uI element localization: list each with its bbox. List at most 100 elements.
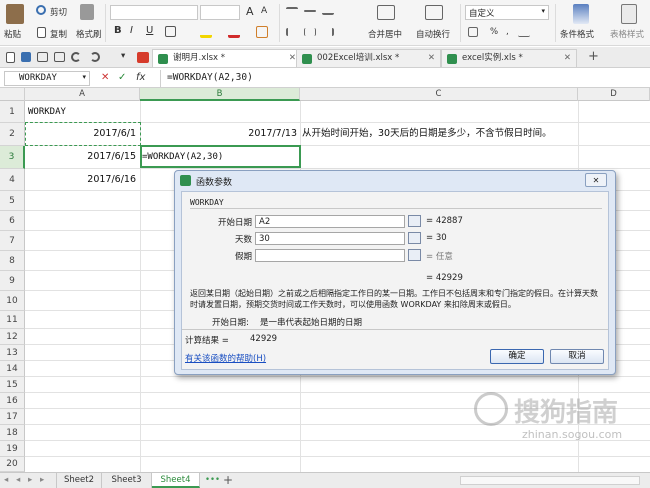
font-shrink-button[interactable]: A	[261, 6, 267, 16]
align-bottom-icon[interactable]	[322, 7, 334, 15]
collapse-dialog-icon[interactable]	[408, 215, 421, 227]
conditional-format-icon[interactable]	[573, 4, 589, 24]
dialog-title: 函数参数	[196, 178, 233, 188]
holidays-input[interactable]	[255, 249, 405, 262]
first-sheet-icon[interactable]: ◂	[4, 475, 8, 485]
print-preview-icon[interactable]	[54, 52, 65, 62]
table-style-button[interactable]: 表格样式	[610, 28, 644, 40]
sheet-tab-sheet4[interactable]: Sheet4	[152, 473, 200, 488]
close-icon[interactable]: ✕	[289, 50, 296, 67]
new-tab-button[interactable]: +	[588, 49, 599, 64]
comma-button[interactable]: ,	[506, 27, 509, 37]
corner-select-all[interactable]	[0, 88, 25, 101]
font-size-select[interactable]	[200, 5, 240, 20]
font-grow-button[interactable]: A	[246, 5, 254, 18]
name-box[interactable]: WORKDAY ▾	[4, 71, 90, 86]
print-icon[interactable]	[37, 52, 48, 62]
clear-icon[interactable]	[256, 26, 268, 38]
new-file-icon[interactable]	[6, 52, 15, 63]
save-icon[interactable]	[21, 52, 31, 62]
cancel-button[interactable]: 取消	[550, 349, 604, 364]
format-painter-button[interactable]: 格式刷	[76, 28, 102, 40]
wrap-text-icon[interactable]	[425, 5, 443, 20]
cell-a3[interactable]: 2017/6/15	[28, 147, 136, 167]
redo-icon[interactable]	[90, 52, 100, 62]
close-icon[interactable]: ✕	[585, 173, 607, 187]
merge-center-icon[interactable]	[377, 5, 395, 20]
cut-button[interactable]: 剪切	[50, 6, 67, 18]
ribbon-toolbar: 粘贴 剪切 格式刷 复制 A A B I U 合并居中 自动换行 自定义 ▾ %…	[0, 0, 650, 46]
format-painter-icon[interactable]	[80, 4, 94, 20]
sheet-more-button[interactable]: •••	[205, 475, 220, 485]
percent-button[interactable]: %	[490, 27, 498, 37]
formula-input[interactable]: =WORKDAY(A2,30)	[160, 70, 648, 87]
insert-function-button[interactable]: fx	[136, 72, 145, 83]
italic-button[interactable]: I	[130, 25, 133, 36]
align-center-icon[interactable]	[304, 28, 316, 36]
prev-sheet-icon[interactable]: ◂	[16, 475, 20, 485]
sheet-tab-sheet2[interactable]: Sheet2	[56, 473, 102, 488]
copy-button[interactable]: 复制	[50, 28, 67, 40]
start-date-input[interactable]: A2	[255, 215, 405, 228]
close-icon[interactable]: ✕	[564, 50, 571, 67]
cell-b3[interactable]: =WORKDAY(A2,30)	[142, 147, 223, 167]
align-top-icon[interactable]	[286, 7, 298, 15]
undo-icon[interactable]	[71, 52, 81, 62]
next-sheet-icon[interactable]: ▸	[28, 475, 32, 485]
cell-b2[interactable]: 2017/7/13	[142, 124, 297, 144]
horizontal-scrollbar[interactable]	[460, 476, 640, 485]
fill-color-icon[interactable]	[200, 26, 212, 38]
collapse-dialog-icon[interactable]	[408, 232, 421, 244]
spreadsheet-icon	[447, 54, 457, 64]
ok-button[interactable]: 确定	[490, 349, 544, 364]
align-left-icon[interactable]	[286, 28, 298, 36]
decimal-icon[interactable]	[518, 27, 530, 37]
paste-button[interactable]: 粘贴	[4, 28, 21, 40]
currency-icon[interactable]	[468, 27, 478, 37]
collapse-dialog-icon[interactable]	[408, 249, 421, 261]
border-icon[interactable]	[165, 26, 176, 37]
spreadsheet-icon	[158, 54, 168, 64]
watermark-text: 搜狗指南	[514, 398, 619, 428]
underline-button[interactable]: U	[146, 25, 153, 36]
last-sheet-icon[interactable]: ▸	[40, 475, 44, 485]
confirm-formula-button[interactable]: ✓	[118, 72, 126, 83]
scissors-icon[interactable]	[36, 5, 46, 15]
holidays-result: = 任意	[426, 252, 453, 262]
doc-tab-1[interactable]: 002Excel培训.xlsx * ✕	[296, 49, 441, 67]
number-format-select[interactable]: 自定义 ▾	[465, 5, 549, 20]
close-icon[interactable]: ✕	[428, 50, 435, 67]
wrap-text-button[interactable]: 自动换行	[416, 28, 450, 40]
align-right-icon[interactable]	[322, 28, 334, 36]
param-help-label: 开始日期:	[212, 318, 249, 328]
cell-a4[interactable]: 2017/6/16	[28, 170, 136, 190]
font-color-icon[interactable]	[228, 26, 240, 38]
cell-a1[interactable]: WORKDAY	[28, 102, 66, 122]
merge-center-button[interactable]: 合并居中	[368, 28, 402, 40]
doc-tab-0[interactable]: 谢明月.xlsx * ✕	[152, 49, 302, 67]
font-family-select[interactable]	[110, 5, 198, 20]
align-middle-icon[interactable]	[304, 10, 316, 12]
cell-a2[interactable]: 2017/6/1	[28, 124, 136, 144]
days-input[interactable]: 30	[255, 232, 405, 245]
dialog-title-bar[interactable]: 函数参数 ✕	[175, 171, 615, 190]
column-header-b[interactable]: B	[140, 88, 300, 101]
formula-bar: WORKDAY ▾ ✕ ✓ fx =WORKDAY(A2,30)	[0, 69, 650, 88]
quick-access-more-icon[interactable]: ▾	[121, 51, 125, 61]
sheet-tab-sheet3[interactable]: Sheet3	[102, 473, 152, 488]
copy-icon[interactable]	[37, 27, 46, 38]
add-sheet-button[interactable]: +	[223, 473, 233, 487]
bold-button[interactable]: B	[114, 25, 122, 36]
column-header-a[interactable]: A	[25, 88, 140, 101]
cancel-formula-button[interactable]: ✕	[101, 72, 109, 83]
formula-result-inline: = 42929	[426, 273, 463, 283]
doc-tab-2[interactable]: excel实例.xls * ✕	[441, 49, 577, 67]
function-help-link[interactable]: 有关该函数的帮助(H)	[185, 352, 266, 364]
column-headers: A B C D	[0, 88, 650, 101]
column-header-c[interactable]: C	[300, 88, 578, 101]
cell-c2[interactable]: 从开始时间开始，30天后的日期是多少，不含节假日时间。	[302, 124, 552, 144]
paste-icon[interactable]	[6, 4, 24, 24]
table-style-icon[interactable]	[621, 4, 637, 24]
column-header-d[interactable]: D	[578, 88, 650, 101]
conditional-format-button[interactable]: 条件格式	[560, 28, 594, 40]
